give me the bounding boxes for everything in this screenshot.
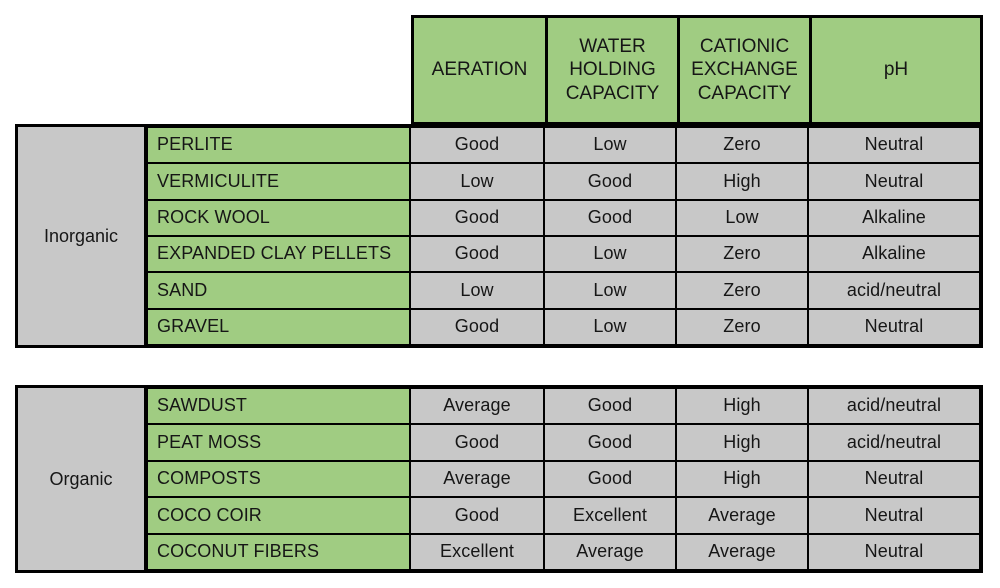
- cell-aeration: Average: [410, 388, 544, 425]
- cell-aeration: Low: [410, 272, 544, 309]
- group-label-inorganic: Inorganic: [18, 127, 147, 345]
- cell-aeration: Good: [410, 308, 544, 345]
- cell-material: COCO COIR: [147, 497, 410, 534]
- cell-water-holding-capacity: Good: [544, 388, 676, 425]
- cell-ph: acid/neutral: [808, 424, 980, 461]
- cell-ph: Alkaline: [808, 235, 980, 273]
- cell-water-holding-capacity: Average: [544, 533, 676, 571]
- cell-cationic-exchange-capacity: Zero: [676, 308, 808, 345]
- table-column-header-row: AERATION WATER HOLDING CAPACITY CATIONIC…: [411, 15, 983, 125]
- cell-ph: acid/neutral: [808, 388, 980, 425]
- column-header-ph: pH: [812, 18, 980, 122]
- cell-aeration: Average: [410, 460, 544, 498]
- cell-material: VERMICULITE: [147, 163, 410, 200]
- growing-media-comparison-table: AERATION WATER HOLDING CAPACITY CATIONIC…: [0, 0, 1000, 588]
- table-row: COCONUT FIBERS Excellent Average Average…: [147, 533, 980, 571]
- table-row: COCO COIR Good Excellent Average Neutral: [147, 497, 980, 534]
- group-label-organic: Organic: [18, 388, 147, 570]
- cell-water-holding-capacity: Good: [544, 460, 676, 498]
- cell-cationic-exchange-capacity: High: [676, 424, 808, 461]
- cell-cationic-exchange-capacity: Average: [676, 497, 808, 534]
- cell-material: COCONUT FIBERS: [147, 533, 410, 571]
- cell-cationic-exchange-capacity: Zero: [676, 235, 808, 273]
- cell-material: ROCK WOOL: [147, 199, 410, 236]
- cell-cationic-exchange-capacity: Average: [676, 533, 808, 571]
- table-row: EXPANDED CLAY PELLETS Good Low Zero Alka…: [147, 235, 980, 273]
- cell-water-holding-capacity: Low: [544, 127, 676, 164]
- cell-ph: acid/neutral: [808, 272, 980, 309]
- cell-cationic-exchange-capacity: Zero: [676, 127, 808, 164]
- cell-cationic-exchange-capacity: High: [676, 460, 808, 498]
- cell-cationic-exchange-capacity: Zero: [676, 272, 808, 309]
- column-header-water-holding-capacity: WATER HOLDING CAPACITY: [548, 18, 680, 122]
- cell-ph: Neutral: [808, 308, 980, 345]
- cell-water-holding-capacity: Good: [544, 424, 676, 461]
- cell-material: PERLITE: [147, 127, 410, 164]
- cell-water-holding-capacity: Low: [544, 308, 676, 345]
- table-row: SAWDUST Average Good High acid/neutral: [147, 388, 980, 425]
- cell-ph: Neutral: [808, 127, 980, 164]
- cell-water-holding-capacity: Low: [544, 235, 676, 273]
- cell-material: GRAVEL: [147, 308, 410, 345]
- cell-aeration: Excellent: [410, 533, 544, 571]
- cell-water-holding-capacity: Low: [544, 272, 676, 309]
- cell-ph: Neutral: [808, 497, 980, 534]
- table-row: COMPOSTS Average Good High Neutral: [147, 460, 980, 498]
- table-row: PERLITE Good Low Zero Neutral: [147, 127, 980, 164]
- cell-aeration: Good: [410, 497, 544, 534]
- cell-ph: Neutral: [808, 533, 980, 571]
- cell-cationic-exchange-capacity: High: [676, 388, 808, 425]
- cell-aeration: Good: [410, 199, 544, 236]
- cell-aeration: Good: [410, 424, 544, 461]
- cell-ph: Neutral: [808, 163, 980, 200]
- cell-aeration: Good: [410, 127, 544, 164]
- table-row: GRAVEL Good Low Zero Neutral: [147, 308, 980, 345]
- cell-aeration: Low: [410, 163, 544, 200]
- cell-water-holding-capacity: Good: [544, 199, 676, 236]
- cell-material: EXPANDED CLAY PELLETS: [147, 235, 410, 273]
- cell-aeration: Good: [410, 235, 544, 273]
- table-row: ROCK WOOL Good Good Low Alkaline: [147, 199, 980, 236]
- table-row: VERMICULITE Low Good High Neutral: [147, 163, 980, 200]
- table-row: PEAT MOSS Good Good High acid/neutral: [147, 424, 980, 461]
- cell-water-holding-capacity: Good: [544, 163, 676, 200]
- cell-water-holding-capacity: Excellent: [544, 497, 676, 534]
- cell-cationic-exchange-capacity: Low: [676, 199, 808, 236]
- cell-ph: Neutral: [808, 460, 980, 498]
- group-rows-organic: SAWDUST Average Good High acid/neutral P…: [147, 388, 980, 571]
- cell-cationic-exchange-capacity: High: [676, 163, 808, 200]
- column-header-aeration: AERATION: [414, 18, 548, 122]
- cell-material: SAWDUST: [147, 388, 410, 425]
- cell-material: SAND: [147, 272, 410, 309]
- cell-ph: Alkaline: [808, 199, 980, 236]
- table-group-inorganic: Inorganic PERLITE Good Low Zero Neutral …: [15, 124, 983, 348]
- group-rows-inorganic: PERLITE Good Low Zero Neutral VERMICULIT…: [147, 127, 980, 345]
- table-row: SAND Low Low Zero acid/neutral: [147, 272, 980, 309]
- column-header-cationic-exchange-capacity: CATIONIC EXCHANGE CAPACITY: [680, 18, 812, 122]
- cell-material: PEAT MOSS: [147, 424, 410, 461]
- cell-material: COMPOSTS: [147, 460, 410, 498]
- table-group-organic: Organic SAWDUST Average Good High acid/n…: [15, 385, 983, 573]
